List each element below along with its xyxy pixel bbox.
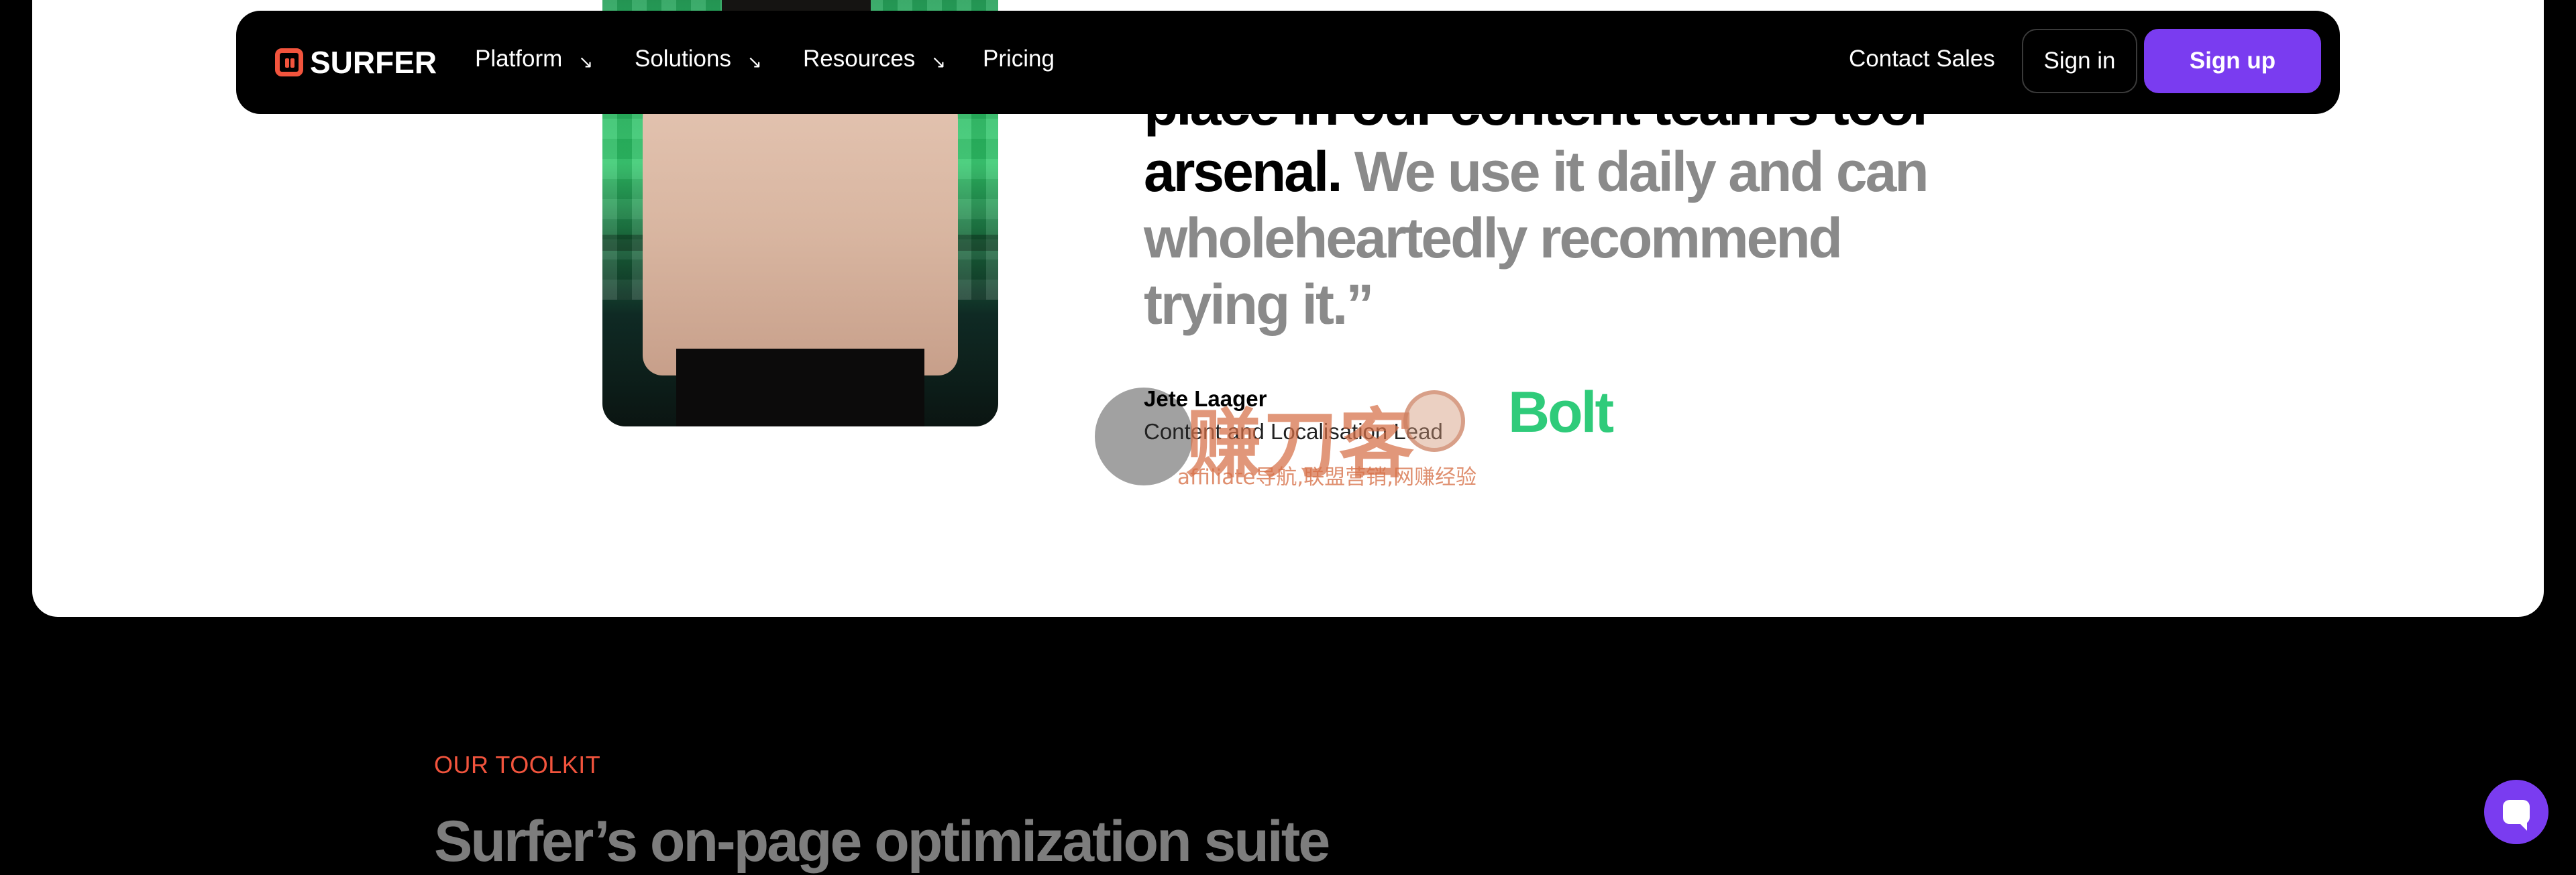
chat-button[interactable] (2484, 780, 2548, 844)
sign-up-button[interactable]: Sign up (2144, 29, 2321, 93)
toolkit-eyebrow: OUR TOOLKIT (434, 751, 601, 778)
nav-pricing[interactable]: Pricing (983, 46, 1055, 72)
logo-text: SURFER (310, 45, 437, 80)
quote-dark-line2: arsenal. (1144, 140, 1343, 203)
nav-solutions[interactable]: Solutions ↘ (635, 46, 762, 72)
arrow-down-right-icon: ↘ (747, 51, 762, 72)
nav-solutions-label: Solutions (635, 46, 731, 72)
nav-platform-label: Platform (475, 46, 563, 72)
nav-resources[interactable]: Resources ↘ (803, 46, 946, 72)
photo-pants (676, 349, 924, 426)
nav-pricing-label: Pricing (983, 46, 1055, 72)
nav-platform[interactable]: Platform ↘ (475, 46, 593, 72)
chat-icon (2503, 800, 2530, 831)
surfer-logo[interactable]: SURFER (275, 44, 437, 80)
surfer-logo-icon (275, 48, 303, 76)
contact-sales-link[interactable]: Contact Sales (1849, 46, 1995, 72)
arrow-down-right-icon: ↘ (578, 51, 594, 72)
toolkit-title: Surfer’s on-page optimization suite (434, 809, 1330, 874)
watermark-coin-icon (1403, 390, 1465, 452)
nav-resources-label: Resources (803, 46, 916, 72)
arrow-down-right-icon: ↘ (931, 51, 947, 72)
watermark-subtext: affiliate导航,联盟营销,网赚经验 (1177, 465, 1477, 489)
sign-in-button[interactable]: Sign in (2022, 29, 2137, 93)
bolt-logo: Bolt (1508, 380, 1614, 445)
top-navigation: SURFER Platform ↘ Solutions ↘ Resources … (236, 11, 2340, 114)
